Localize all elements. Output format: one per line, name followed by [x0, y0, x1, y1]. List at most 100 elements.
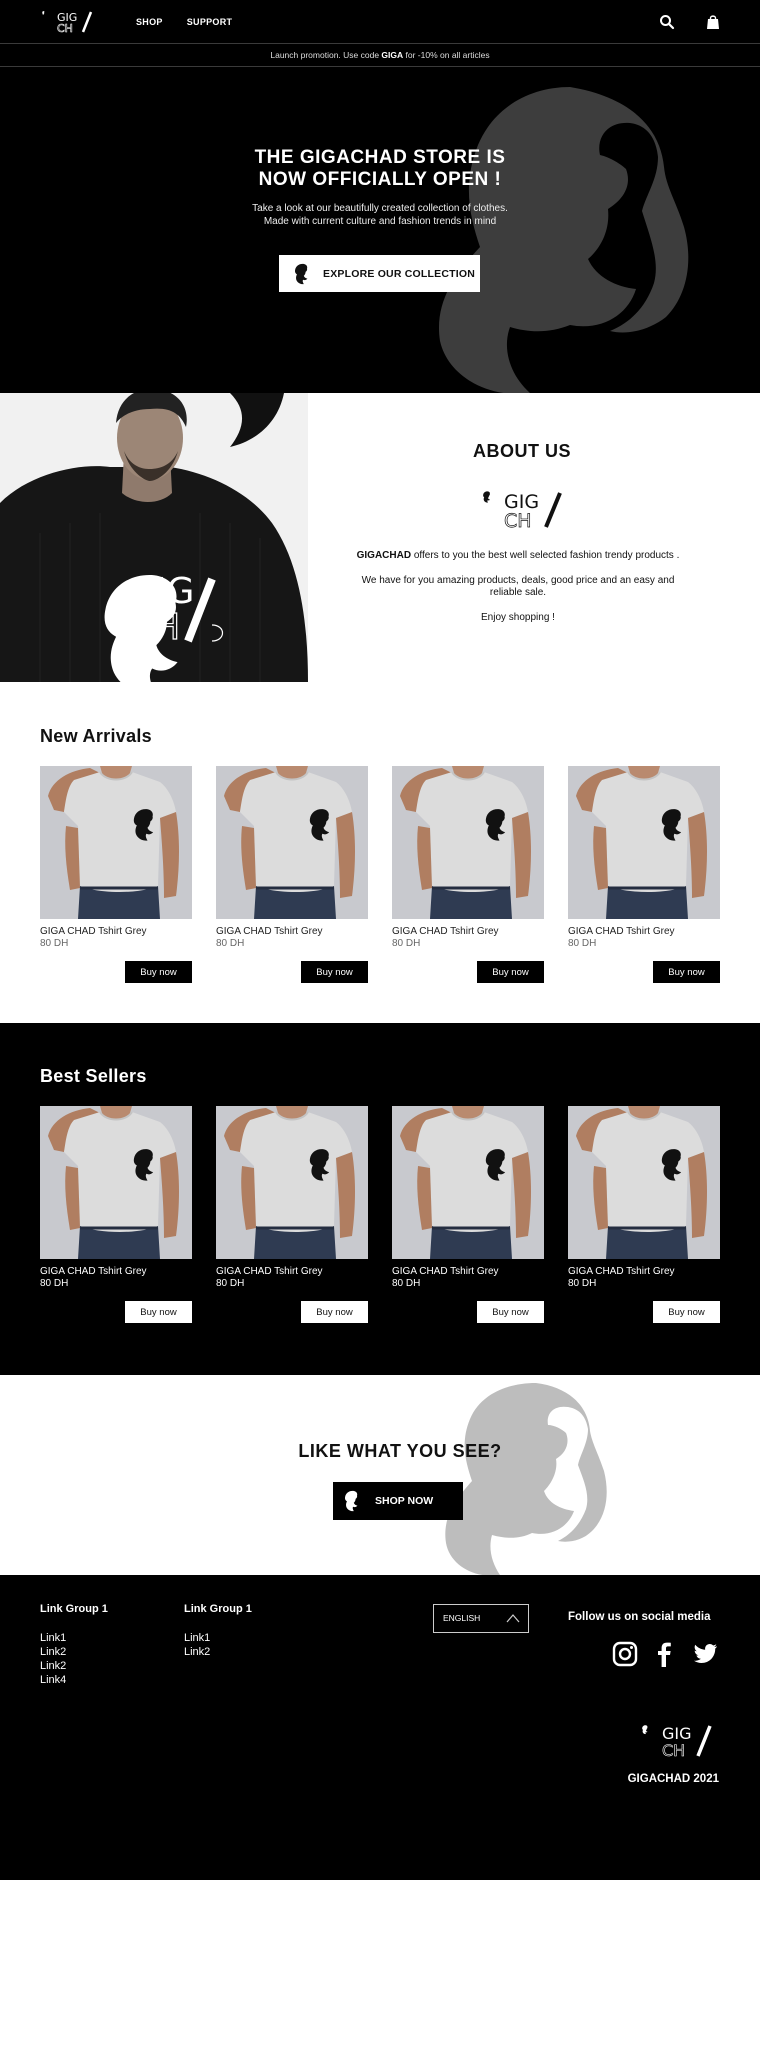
footer: Link Group 1 Link1 Link2 Link2 Link4 Lin…	[0, 1575, 760, 1880]
product-price: 80 DH	[216, 1278, 245, 1289]
product-name[interactable]: GIGA CHAD Tshirt Grey	[392, 1266, 499, 1277]
search-icon[interactable]	[659, 14, 675, 30]
product-image[interactable]	[40, 766, 192, 919]
footer-link[interactable]: Link1	[184, 1631, 252, 1645]
about-paragraph-1: GIGACHAD offers to you the best well sel…	[345, 550, 691, 563]
hero-title: THE GIGACHAD STORE IS NOW OFFICIALLY OPE…	[0, 147, 760, 191]
product-name[interactable]: GIGA CHAD Tshirt Grey	[216, 926, 323, 937]
product-name[interactable]: GIGA CHAD Tshirt Grey	[216, 1266, 323, 1277]
hero-title-line1: THE GIGACHAD STORE IS	[254, 147, 506, 168]
product-name[interactable]: GIGA CHAD Tshirt Grey	[392, 926, 499, 937]
product-image[interactable]	[392, 1106, 544, 1259]
product-image[interactable]	[216, 766, 368, 919]
explore-collection-label: EXPLORE OUR COLLECTION	[323, 267, 475, 280]
buy-now-button[interactable]: Buy now	[125, 961, 192, 983]
link-group-title: Link Group 1	[40, 1603, 108, 1615]
product-card[interactable]: GIGA CHAD Tshirt Grey 80 DH Buy now	[40, 766, 192, 1006]
about-section: GIG CH ABOUT US GIG CH GIGACHAD offers t…	[0, 393, 760, 682]
hero-title-line2: NOW OFFICIALLY OPEN !	[258, 169, 502, 190]
product-price: 80 DH	[40, 1278, 69, 1289]
footer-link[interactable]: Link4	[40, 1673, 108, 1687]
facebook-icon[interactable]	[651, 1641, 677, 1667]
best-sellers-title: Best Sellers	[40, 1066, 147, 1086]
explore-collection-button[interactable]: EXPLORE OUR COLLECTION	[279, 255, 480, 292]
product-card[interactable]: GIGA CHAD Tshirt Grey 80 DH Buy now	[216, 1106, 368, 1346]
product-image[interactable]	[392, 766, 544, 919]
product-card[interactable]: GIGA CHAD Tshirt Grey 80 DH Buy now	[392, 766, 544, 1006]
nav-link-shop[interactable]: SHOP	[136, 17, 163, 27]
product-price: 80 DH	[392, 938, 421, 949]
shopping-bag-icon[interactable]	[705, 14, 721, 30]
buy-now-button[interactable]: Buy now	[301, 1301, 368, 1323]
nav-link-support[interactable]: SUPPORT	[187, 17, 233, 27]
product-image[interactable]	[216, 1106, 368, 1259]
social-heading: Follow us on social media	[568, 1611, 711, 1623]
about-paragraph-1-text: offers to you the best well selected fas…	[411, 550, 680, 561]
product-card[interactable]: GIGA CHAD Tshirt Grey 80 DH Buy now	[568, 1106, 720, 1346]
product-price: 80 DH	[568, 1278, 597, 1289]
buy-now-button[interactable]: Buy now	[125, 1301, 192, 1323]
promo-prefix: Launch promotion. Use code	[270, 50, 382, 60]
product-price: 80 DH	[568, 938, 597, 949]
product-image[interactable]	[568, 1106, 720, 1259]
new-arrivals-grid: GIGA CHAD Tshirt Grey 80 DH Buy now GIGA…	[40, 766, 720, 1006]
buy-now-button[interactable]: Buy now	[477, 961, 544, 983]
product-image[interactable]	[40, 1106, 192, 1259]
buy-now-button[interactable]: Buy now	[301, 961, 368, 983]
language-select-value: ENGLISH	[443, 1613, 481, 1623]
buy-now-button[interactable]: Buy now	[653, 1301, 720, 1323]
copyright-text: GIGACHAD 2021	[627, 1773, 719, 1785]
main-nav: SHOP SUPPORT	[136, 17, 232, 27]
gigachad-logo[interactable]: GIG CH	[634, 1723, 720, 1759]
promo-suffix: for -10% on all articles	[403, 50, 490, 60]
product-price: 80 DH	[40, 938, 69, 949]
cta-section: LIKE WHAT YOU SEE? SHOP NOW	[0, 1375, 760, 1575]
page: GIG CH SHOP SUPPORT Launch promotion. Us…	[0, 0, 760, 2048]
language-select[interactable]: ENGLISH	[433, 1604, 529, 1633]
product-name[interactable]: GIGA CHAD Tshirt Grey	[568, 926, 675, 937]
about-description: GIGACHAD offers to you the best well sel…	[345, 550, 691, 636]
footer-link[interactable]: Link2	[40, 1645, 108, 1659]
product-name[interactable]: GIGA CHAD Tshirt Grey	[40, 926, 147, 937]
svg-text:CH: CH	[128, 607, 180, 648]
gigachad-logo: GIG CH	[472, 491, 562, 529]
hero-sub-line1: Take a look at our beautifully created c…	[252, 203, 508, 214]
new-arrivals-title: New Arrivals	[40, 726, 152, 746]
product-card[interactable]: GIGA CHAD Tshirt Grey 80 DH Buy now	[40, 1106, 192, 1346]
svg-text:CH: CH	[662, 1741, 685, 1759]
cta-title: LIKE WHAT YOU SEE?	[298, 1441, 502, 1461]
link-group-title: Link Group 1	[184, 1603, 252, 1615]
chad-head-icon	[343, 1490, 361, 1512]
top-navbar: GIG CH SHOP SUPPORT	[0, 0, 760, 43]
footer-link[interactable]: Link1	[40, 1631, 108, 1645]
shop-now-label: SHOP NOW	[375, 1495, 434, 1507]
about-brand: GIGACHAD	[356, 550, 412, 561]
product-name[interactable]: GIGA CHAD Tshirt Grey	[40, 1266, 147, 1277]
about-paragraph-3: Enjoy shopping !	[481, 611, 555, 623]
svg-text:CH: CH	[57, 22, 73, 34]
about-title: ABOUT US	[473, 441, 571, 461]
buy-now-button[interactable]: Buy now	[477, 1301, 544, 1323]
product-card[interactable]: GIGA CHAD Tshirt Grey 80 DH Buy now	[216, 766, 368, 1006]
promo-code: GIGA	[381, 50, 404, 60]
gigachad-logo[interactable]: GIG CH	[39, 10, 95, 34]
product-price: 80 DH	[216, 938, 245, 949]
product-name[interactable]: GIGA CHAD Tshirt Grey	[568, 1266, 675, 1277]
product-card[interactable]: GIGA CHAD Tshirt Grey 80 DH Buy now	[392, 1106, 544, 1346]
about-paragraph-2: We have for you amazing products, deals,…	[361, 574, 675, 599]
instagram-icon[interactable]	[612, 1641, 638, 1667]
shop-now-button[interactable]: SHOP NOW	[333, 1482, 463, 1520]
svg-text:GIG: GIG	[128, 571, 194, 612]
footer-link[interactable]: Link2	[184, 1645, 252, 1659]
promo-banner: Launch promotion. Use code GIGA for -10%…	[0, 43, 760, 67]
hero-subtitle: Take a look at our beautifully created c…	[0, 202, 760, 228]
footer-link-group-2: Link Group 1 Link1 Link2	[184, 1603, 252, 1659]
twitter-icon[interactable]	[692, 1641, 718, 1667]
product-card[interactable]: GIGA CHAD Tshirt Grey 80 DH Buy now	[568, 766, 720, 1006]
product-image[interactable]	[568, 766, 720, 919]
product-price: 80 DH	[392, 1278, 421, 1289]
svg-text:CH: CH	[504, 510, 532, 529]
model-photo: GIG CH	[0, 393, 308, 682]
buy-now-button[interactable]: Buy now	[653, 961, 720, 983]
footer-link[interactable]: Link2	[40, 1659, 108, 1673]
